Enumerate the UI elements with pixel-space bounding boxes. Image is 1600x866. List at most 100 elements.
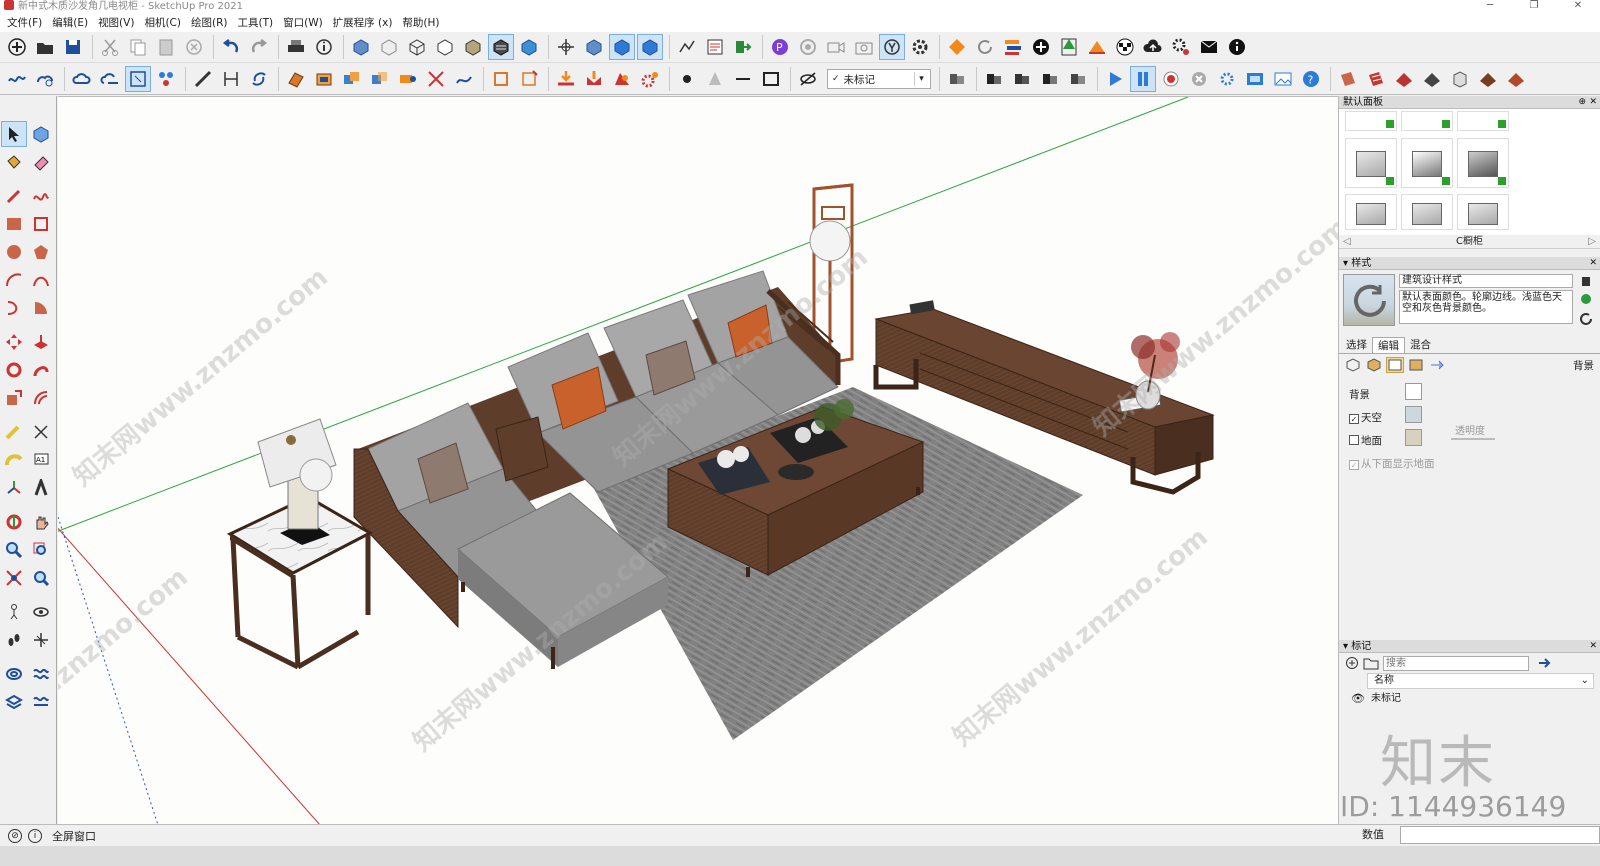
update-style-icon[interactable]	[1579, 312, 1593, 326]
flip-edge-button[interactable]	[28, 689, 54, 715]
stop-button[interactable]	[1186, 66, 1212, 92]
tab-mix[interactable]: 混合	[1405, 337, 1436, 353]
record-button[interactable]	[1158, 66, 1184, 92]
point-button[interactable]	[674, 66, 700, 92]
component-thumbnail[interactable]	[1401, 194, 1453, 231]
wireframe-button[interactable]	[404, 34, 430, 60]
redo-button[interactable]	[246, 34, 272, 60]
union-button[interactable]	[339, 66, 365, 92]
menu-window[interactable]: 窗口(W)	[278, 14, 328, 32]
new-button[interactable]	[4, 34, 30, 60]
line-tool-button[interactable]	[190, 66, 216, 92]
camera-video-button[interactable]	[823, 34, 849, 60]
roof-button[interactable]	[1084, 34, 1110, 60]
style-description-field[interactable]: 默认表面颜色。轮廓边线。浅蓝色天空和灰色背景颜色。	[1399, 290, 1573, 324]
rotate-tool-button[interactable]	[246, 66, 272, 92]
about-button[interactable]	[1224, 34, 1250, 60]
print-button[interactable]	[283, 34, 309, 60]
scene-1-button[interactable]	[981, 66, 1007, 92]
opacity-slider[interactable]	[1451, 438, 1495, 440]
bend-button[interactable]	[451, 66, 477, 92]
follow-me-button[interactable]	[674, 34, 700, 60]
material-3-button[interactable]	[1391, 66, 1417, 92]
pin-icon[interactable]: ⊕	[1578, 96, 1586, 109]
dimension-tool-button[interactable]	[28, 419, 54, 445]
prev-arrow-icon[interactable]: ◁	[1343, 235, 1351, 249]
orange-tool-button[interactable]	[944, 34, 970, 60]
offset-button[interactable]	[28, 385, 54, 411]
line-button[interactable]	[730, 66, 756, 92]
zoom-button[interactable]	[1, 537, 27, 563]
ground-swatch[interactable]	[1405, 429, 1422, 446]
paste-button[interactable]	[153, 34, 179, 60]
component-thumbnail[interactable]	[1345, 111, 1397, 131]
select-tool-button[interactable]	[1, 121, 27, 147]
scene-3-button[interactable]	[1037, 66, 1063, 92]
axes-button[interactable]	[1, 475, 27, 501]
tab-select[interactable]: 选择	[1341, 337, 1372, 353]
menu-help[interactable]: 帮助(H)	[397, 14, 444, 32]
create-style-icon[interactable]	[1579, 292, 1593, 306]
play-button[interactable]	[1102, 66, 1128, 92]
menu-camera[interactable]: 相机(C)	[139, 14, 186, 32]
material-2-button[interactable]	[1363, 66, 1389, 92]
back-edges-button[interactable]	[376, 34, 402, 60]
material-1-button[interactable]	[1335, 66, 1361, 92]
hidden-line-button[interactable]	[432, 34, 458, 60]
save-button[interactable]	[60, 34, 86, 60]
component-tool-button[interactable]	[28, 121, 54, 147]
sky-swatch[interactable]	[1405, 406, 1422, 423]
previous-view-button[interactable]	[28, 565, 54, 591]
next-arrow-icon[interactable]: ▷	[1588, 235, 1596, 249]
style-name-field[interactable]: 建筑设计样式	[1399, 274, 1573, 288]
tag-search-input[interactable]	[1383, 656, 1529, 671]
tags-column-header[interactable]: 名称 ⌄	[1367, 673, 1594, 689]
tag-row[interactable]: 👁 未标记	[1339, 689, 1600, 709]
follow-me-left-button[interactable]	[28, 357, 54, 383]
zoom-window-button[interactable]	[28, 537, 54, 563]
component-thumbnail[interactable]	[1457, 111, 1509, 131]
watermark-settings-icon[interactable]	[1408, 358, 1424, 372]
molecule-button[interactable]	[153, 66, 179, 92]
rotate-button[interactable]	[1, 357, 27, 383]
paint-bucket-button[interactable]	[1, 149, 27, 175]
ground-checkbox[interactable]	[1349, 435, 1359, 445]
scene-4-button[interactable]	[1065, 66, 1091, 92]
shell-button[interactable]	[311, 66, 337, 92]
sandbox-from-scratch-button[interactable]	[28, 661, 54, 687]
3d-text-button[interactable]	[28, 475, 54, 501]
subtract-button[interactable]	[367, 66, 393, 92]
maximize-button[interactable]: ❐	[1512, 0, 1556, 14]
tag-select[interactable]: ✓ 未标记 ▾	[827, 69, 931, 89]
menu-view[interactable]: 视图(V)	[93, 14, 139, 32]
circle-button[interactable]	[1, 239, 27, 265]
show-ground-below-checkbox[interactable]: ✓	[1349, 460, 1359, 470]
select-window-button[interactable]	[125, 66, 151, 92]
component-thumbnail[interactable]	[1401, 137, 1453, 188]
model-viewport[interactable]: 知末网www.znzmo.com 知末网www.znzmo.com 知末网www…	[58, 96, 1338, 824]
section-plane-left-button[interactable]	[28, 627, 54, 653]
cone-button[interactable]	[702, 66, 728, 92]
component-thumbnail[interactable]	[1345, 137, 1397, 188]
shaded-button[interactable]	[460, 34, 486, 60]
render-settings-button[interactable]	[1214, 66, 1240, 92]
sandbox-scratch-button[interactable]	[32, 66, 58, 92]
position-camera-left-button[interactable]	[1, 599, 27, 625]
edge-settings-icon[interactable]	[1345, 358, 1361, 372]
settings-flower-button[interactable]	[907, 34, 933, 60]
minimize-button[interactable]: ─	[1468, 0, 1512, 14]
protractor-button[interactable]	[1, 447, 27, 473]
add-button[interactable]	[1028, 34, 1054, 60]
rotated-rectangle-button[interactable]	[28, 211, 54, 237]
close-icon[interactable]: ✕	[1589, 640, 1597, 653]
report-button[interactable]	[702, 34, 728, 60]
freehand-button[interactable]	[28, 183, 54, 209]
styles-header[interactable]: ▾ 样式 ✕	[1339, 257, 1600, 270]
cut-button[interactable]	[97, 34, 123, 60]
position-camera-button[interactable]	[879, 34, 905, 60]
component-thumbnail[interactable]	[1401, 111, 1453, 131]
menu-extensions[interactable]: 扩展程序 (x)	[328, 14, 398, 32]
hide-tag-button[interactable]	[795, 66, 821, 92]
split-button[interactable]	[423, 66, 449, 92]
scale-button[interactable]	[1, 385, 27, 411]
